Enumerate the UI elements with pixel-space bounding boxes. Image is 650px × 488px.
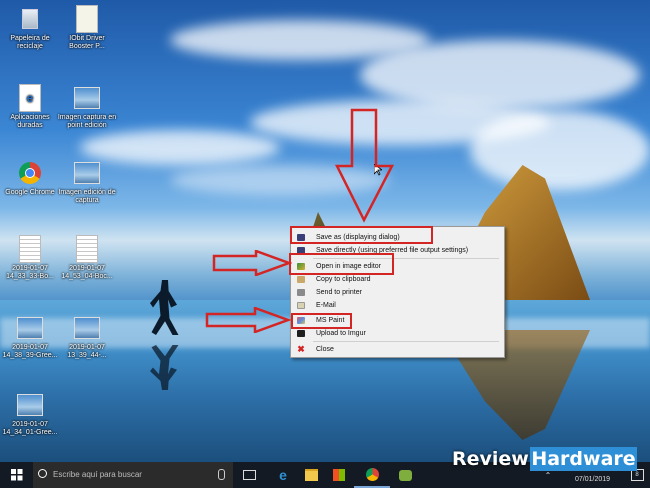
menu-item-label: Send to printer — [316, 289, 362, 296]
desktop-icon-file-4[interactable]: 2019-01-07 13_39_44-... — [57, 315, 117, 360]
windows-logo-icon — [10, 469, 22, 481]
screenshot-thumb-icon — [74, 160, 100, 186]
task-view-icon — [242, 470, 256, 480]
store-icon — [333, 469, 345, 481]
edge-icon: e — [17, 84, 43, 112]
highlight-box-image-editor — [289, 253, 394, 275]
start-button[interactable] — [0, 462, 33, 488]
desktop-icon-label: 2019-01-07 14_38_39-Gree... — [2, 344, 58, 359]
desktop-icon-driver-booster[interactable]: IObit Driver Booster P... — [57, 5, 117, 51]
printer-icon — [297, 289, 305, 296]
desktop-icon-file-5[interactable]: 2019-01-07 14_34_01-Gree... — [0, 392, 60, 437]
desktop-icon-label: Google Chrome — [5, 189, 55, 196]
chrome-icon — [17, 160, 43, 186]
desktop-icon-aplicaciones[interactable]: e Aplicaciones duradas — [0, 84, 60, 130]
watermark-review: Review — [452, 448, 529, 470]
email-icon — [297, 302, 305, 309]
menu-item-send-printer[interactable]: Send to printer — [291, 286, 504, 299]
screenshot-thumb-icon — [17, 392, 43, 418]
right-arrow-icon — [212, 250, 292, 276]
taskbar-edge[interactable]: e — [270, 462, 296, 488]
clock-date[interactable]: 07/01/2019 — [575, 476, 610, 483]
close-icon: ✖ — [297, 344, 305, 354]
greenshot-context-menu: Save as (displaying dialog) Save directl… — [290, 226, 505, 358]
recycle-bin-icon — [17, 6, 43, 32]
screenshot-thumb-icon — [74, 315, 100, 341]
shortcut-icon — [74, 5, 100, 33]
chrome-icon — [365, 467, 379, 481]
desktop-icon-google-chrome[interactable]: Google Chrome — [0, 160, 60, 197]
edge-icon: e — [279, 467, 287, 483]
desktop-icon-file-2[interactable]: 2019-01-07 14_53_04-Boc... — [57, 235, 117, 281]
desktop-icon-captura-point[interactable]: Imagen captura en point edición — [57, 85, 117, 130]
screenshot-thumb-icon — [74, 85, 100, 111]
desktop-icon-label: Papeleira de reciclaje — [10, 35, 50, 50]
cortana-icon — [38, 469, 47, 478]
desktop-icon-file-3[interactable]: 2019-01-07 14_38_39-Gree... — [0, 315, 60, 360]
desktop-icon-label: Imagen edición de captura — [58, 189, 116, 204]
menu-separator — [313, 341, 499, 342]
desktop-icon-label: 2019-01-07 14_53_04-Boc... — [61, 265, 113, 280]
folder-icon — [304, 469, 318, 481]
document-thumb-icon — [74, 235, 100, 263]
menu-item-label: E-Mail — [316, 302, 336, 309]
desktop-icon-label: 2019-01-07 14_33_33-Bo... — [6, 265, 54, 280]
taskbar-chrome[interactable] — [354, 462, 390, 488]
desktop-icon-recycle-bin[interactable]: Papeleira de reciclaje — [0, 6, 60, 51]
menu-item-email[interactable]: E-Mail — [291, 299, 504, 312]
taskbar-search-box[interactable]: Escribe aquí para buscar — [33, 462, 233, 488]
document-thumb-icon — [17, 235, 43, 263]
desktop-icon-label: IObit Driver Booster P... — [69, 35, 105, 50]
desktop-icon-label: 2019-01-07 13_39_44-... — [67, 344, 107, 359]
right-arrow-icon — [205, 307, 291, 333]
microphone-icon[interactable] — [218, 469, 225, 480]
taskbar-greenshot[interactable] — [392, 462, 418, 488]
taskbar-file-explorer[interactable] — [298, 462, 324, 488]
desktop-icon-captura-edicion[interactable]: Imagen edición de captura — [57, 160, 117, 205]
search-placeholder: Escribe aquí para buscar — [53, 470, 142, 479]
highlight-box-save-as — [290, 226, 433, 244]
watermark-hardware: Hardware — [530, 447, 637, 471]
down-arrow-icon — [334, 108, 395, 223]
clipboard-icon — [297, 276, 305, 283]
desktop-icon-label: 2019-01-07 14_34_01-Gree... — [2, 421, 58, 436]
desktop-icon-label: Imagen captura en point edición — [57, 114, 117, 129]
task-view-button[interactable] — [236, 462, 262, 488]
taskbar-store[interactable] — [326, 462, 352, 488]
imgur-icon — [297, 330, 305, 337]
highlight-box-ms-paint — [291, 313, 352, 329]
desktop-icon-file-1[interactable]: 2019-01-07 14_33_33-Bo... — [0, 235, 60, 281]
menu-item-label: Close — [316, 346, 334, 353]
menu-item-close[interactable]: ✖ Close — [291, 343, 504, 356]
chevron-up-icon: ⌃ — [544, 470, 552, 480]
screenshot-thumb-icon — [17, 315, 43, 341]
desktop-icon-label: Aplicaciones duradas — [10, 114, 50, 129]
greenshot-icon — [398, 469, 412, 481]
